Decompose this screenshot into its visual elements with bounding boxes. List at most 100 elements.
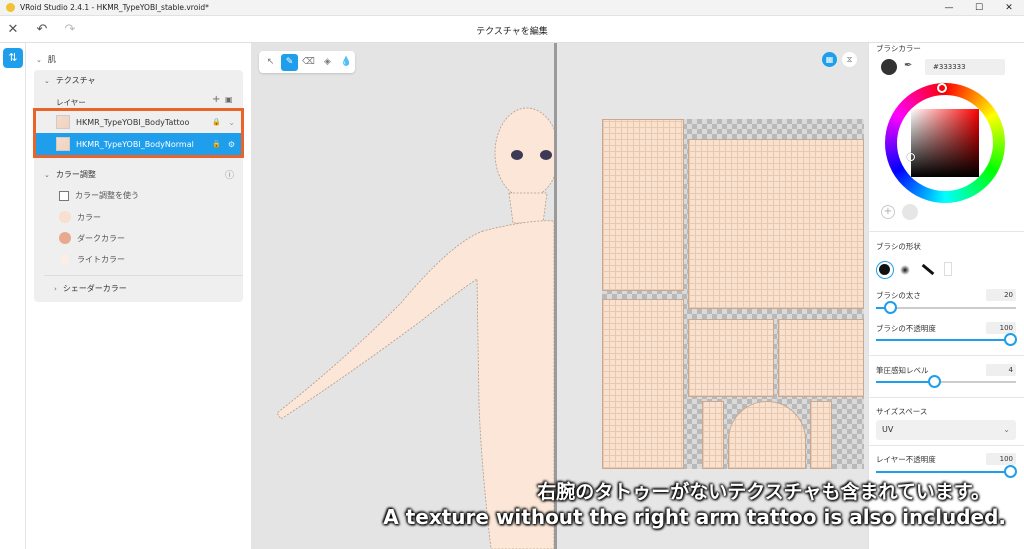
brush-line-icon[interactable] [921, 263, 935, 276]
chevron-down-icon: ⌄ [44, 170, 50, 179]
highlight-box [33, 108, 244, 158]
color-swatch[interactable] [59, 253, 71, 265]
subtitle-english: A texture without the right arm tattoo i… [383, 505, 1006, 529]
uv-editor[interactable]: ▦ ⧖ [557, 43, 868, 549]
uv-texture-map[interactable] [602, 119, 864, 469]
page-title: テクスチャを編集 [476, 27, 548, 37]
brush-opacity-slider[interactable] [876, 333, 1017, 346]
brush-size-label: ブラシの太さ [876, 291, 921, 300]
add-swatch-button[interactable]: + [881, 205, 895, 219]
brush-color-label: ブラシカラー [876, 44, 921, 53]
hex-input[interactable]: #333333 [925, 59, 1005, 75]
color-handle[interactable] [907, 153, 915, 161]
chevron-down-icon: ⌄ [44, 76, 50, 85]
uv-fingers-left [702, 401, 724, 469]
brush-custom-icon[interactable] [944, 262, 952, 276]
video-subtitles: 右腕のタトゥーがないテクスチャも含まれています。 A texture witho… [0, 480, 1024, 530]
chevron-down-icon: ⌄ [36, 55, 42, 64]
layer-opacity-label: レイヤー不透明度 [876, 455, 936, 464]
divider [44, 275, 243, 276]
separator [869, 397, 1024, 398]
size-space-value: UV [882, 425, 894, 434]
app-logo-icon [6, 3, 15, 12]
window-title: VRoid Studio 2.4.1 - HKMR_TypeYOBI_stabl… [20, 3, 209, 12]
size-space-label: サイズスペース [876, 407, 928, 416]
use-color-adjust-checkbox[interactable]: カラー調整を使う [59, 190, 139, 201]
checkbox[interactable] [59, 190, 69, 201]
section-skin-header[interactable]: ⌄ 肌 [36, 54, 56, 65]
uv-hand-left [688, 319, 774, 397]
color-label: カラー [77, 212, 101, 222]
brush-size-value[interactable]: 20 [986, 289, 1016, 301]
brush-opacity-label: ブラシの不透明度 [876, 324, 936, 333]
slider-knob[interactable] [884, 301, 897, 314]
grid-view-icon[interactable]: ▦ [822, 52, 837, 67]
model-eye [511, 150, 523, 160]
model-eye [540, 150, 552, 160]
pressure-label: 筆圧感知レベル [876, 366, 929, 375]
viewport[interactable]: ↖ ✎ ⌫ ◈ 💧 ▦ ⧖ [251, 43, 868, 549]
layer-opacity-slider[interactable] [876, 465, 1017, 478]
uv-head-cap [728, 401, 806, 469]
symmetry-icon[interactable]: ⧖ [842, 52, 857, 67]
light-color-option[interactable]: ライトカラー [59, 253, 125, 265]
current-color-swatch[interactable] [881, 59, 897, 75]
chevron-down-icon: ⌄ [1003, 425, 1010, 434]
saturation-square[interactable] [911, 109, 979, 177]
add-layer-icon[interactable]: + [212, 94, 220, 105]
layers-label: レイヤー [56, 98, 86, 107]
pressure-value[interactable]: 4 [986, 364, 1016, 376]
color-swatch[interactable] [59, 232, 71, 244]
checkbox-label: カラー調整を使う [75, 191, 139, 200]
color-label: ライトカラー [77, 254, 125, 264]
layer-opacity-value[interactable]: 100 [986, 453, 1016, 465]
brush-size-slider[interactable] [876, 301, 1016, 314]
section-title: 肌 [47, 55, 56, 64]
eyedropper-icon[interactable]: ✒ [904, 60, 912, 71]
separator [869, 231, 1024, 232]
chevron-right-icon: › [54, 284, 57, 293]
uv-hand-right [778, 319, 864, 397]
uv-fingers-right [810, 401, 832, 469]
brush-shape-label: ブラシの形状 [876, 242, 921, 251]
brush-soft-icon[interactable] [900, 265, 910, 275]
model-neck [508, 192, 548, 224]
color-label: ダークカラー [77, 233, 125, 243]
shader-color-header[interactable]: › シェーダーカラー [54, 283, 127, 294]
slider-knob[interactable] [928, 375, 941, 388]
uv-arm-left-lower [602, 299, 684, 469]
left-rail: ⇅ [0, 43, 26, 549]
dark-color-option[interactable]: ダークカラー [59, 232, 125, 244]
brush-hard-icon[interactable] [876, 261, 894, 279]
texture-header[interactable]: ⌄ テクスチャ [44, 75, 96, 86]
size-space-select[interactable]: UV ⌄ [876, 420, 1016, 440]
close-window-button[interactable]: ✕ [994, 0, 1024, 16]
color-option[interactable]: カラー [59, 211, 101, 223]
texture-title: テクスチャ [55, 76, 96, 85]
model-preview[interactable] [251, 43, 554, 549]
help-icon[interactable]: ⓘ [225, 168, 234, 181]
slider-knob[interactable] [1004, 333, 1017, 346]
uv-torso [688, 139, 864, 309]
uv-arm-left [602, 119, 684, 291]
texture-edit-icon[interactable]: ⇅ [3, 48, 23, 68]
color-swatch[interactable] [59, 211, 71, 223]
import-image-icon[interactable]: ▣ [225, 95, 233, 104]
top-toolbar: ✕ ↶ ↷ テクスチャを編集 [0, 16, 1024, 43]
separator [869, 355, 1024, 356]
color-adjust-header[interactable]: ⌄ カラー調整 [44, 169, 96, 180]
subtitle-japanese: 右腕のタトゥーがないテクスチャも含まれています。 [537, 481, 990, 503]
slider-knob[interactable] [1004, 465, 1017, 478]
window-controls: — ☐ ✕ [934, 0, 1024, 16]
right-panel: ブラシカラー ✒ #333333 + ブラシの形状 ブラシの太さ 20 ブラシの… [868, 43, 1024, 549]
separator [869, 445, 1024, 446]
pressure-slider[interactable] [876, 375, 1016, 388]
minimize-button[interactable]: — [934, 0, 964, 16]
title-bar: VRoid Studio 2.4.1 - HKMR_TypeYOBI_stabl… [0, 0, 1024, 16]
color-wheel[interactable] [885, 83, 1005, 203]
saved-swatch[interactable] [902, 204, 918, 220]
color-adjust-title: カラー調整 [55, 170, 96, 179]
hue-handle[interactable] [937, 83, 947, 93]
maximize-button[interactable]: ☐ [964, 0, 994, 16]
shader-color-title: シェーダーカラー [62, 284, 127, 293]
